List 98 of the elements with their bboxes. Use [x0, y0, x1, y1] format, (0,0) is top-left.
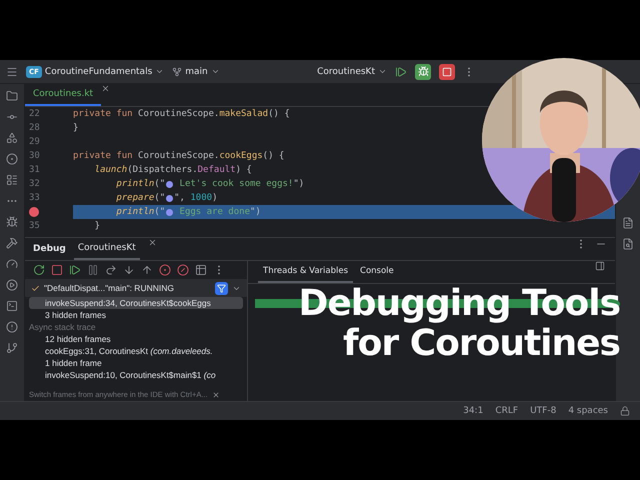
status-item[interactable]: 34:1 [463, 406, 484, 416]
branch-icon [172, 66, 182, 76]
close-icon[interactable] [212, 390, 220, 398]
editor-tab[interactable]: Coroutines.kt [25, 84, 102, 106]
line-number: 22 [29, 109, 40, 119]
line-number: 35 [29, 221, 40, 231]
document-search-icon[interactable] [622, 238, 634, 250]
stop-icon[interactable] [51, 264, 63, 276]
folder-icon[interactable] [6, 90, 18, 102]
code-token: makeSalad [219, 109, 268, 119]
resume-icon[interactable] [69, 264, 81, 276]
line-number: 31 [29, 165, 40, 175]
code-token: ") [293, 179, 304, 189]
stack-frame[interactable]: 12 hidden frames [29, 333, 243, 345]
layout-icon[interactable] [595, 261, 605, 271]
code-token: private fun [73, 151, 134, 161]
breakpoint-icon[interactable] [29, 207, 39, 217]
code-token: ) [212, 193, 218, 203]
filter-icon [217, 284, 226, 292]
debug-icon[interactable] [6, 216, 18, 228]
filter-button[interactable] [215, 282, 228, 294]
stack-frame[interactable]: invokeSuspend:10, CoroutinesKt$main$1 (co [29, 369, 243, 381]
code-token: Eggs are done [178, 207, 250, 217]
code-token: println [115, 179, 154, 189]
run-icon[interactable] [6, 279, 18, 291]
gauge-icon[interactable] [6, 258, 18, 270]
chevron-icon [155, 67, 164, 76]
project-name[interactable]: CoroutineFundamentals [44, 66, 152, 76]
code-token: (" [154, 179, 166, 189]
close-icon[interactable] [148, 238, 157, 247]
panel-title: Debug [33, 244, 66, 254]
mute-breakpoints-icon[interactable] [177, 264, 189, 276]
view-tab[interactable]: Threads & Variables [258, 261, 354, 283]
step-out-icon[interactable] [141, 264, 153, 276]
stack-frame[interactable]: cookEggs:31, CoroutinesKt (com.daveleeds. [29, 345, 243, 357]
line-number: 33 [29, 193, 40, 203]
line-number: 32 [29, 179, 40, 189]
code-token: CoroutineScope. [138, 151, 220, 161]
code-token: 1000 [190, 193, 212, 203]
code-token: private fun [73, 109, 134, 119]
code-token: () { [262, 151, 284, 161]
menu-icon[interactable] [6, 66, 18, 78]
view-tab[interactable]: Console [355, 261, 399, 283]
code-token: } [73, 123, 78, 133]
rerun-icon[interactable] [33, 264, 45, 276]
code-token: (" [154, 207, 166, 217]
status-item[interactable]: 4 spaces [568, 406, 608, 416]
resume-icon[interactable] [395, 66, 407, 78]
line-number: 28 [29, 123, 40, 133]
code-token: println [115, 207, 154, 217]
terminal-icon[interactable] [6, 300, 18, 312]
code-token: launch [94, 165, 128, 175]
structure-icon[interactable] [6, 174, 18, 186]
stack-frame[interactable]: invokeSuspend:34, CoroutinesKt$cookEggs [29, 297, 243, 309]
code-token: prepare [115, 193, 154, 203]
hammer-icon[interactable] [6, 237, 18, 249]
code-token: ") [250, 207, 261, 217]
line-number: 30 [29, 151, 40, 161]
thread-selector[interactable]: "DefaultDispat..."main": RUNNING [25, 279, 247, 297]
status-item[interactable]: UTF-8 [530, 406, 556, 416]
status-item[interactable]: CRLF [495, 406, 518, 416]
code-token: Default [198, 165, 236, 175]
shapes-icon[interactable] [6, 132, 18, 144]
check-icon [31, 284, 40, 292]
video-title: for Coroutines [343, 324, 620, 364]
code-token: () { [268, 109, 290, 119]
pause-icon[interactable] [87, 264, 99, 276]
run-configuration[interactable]: CoroutinesKt [317, 66, 375, 76]
stop-icon [442, 66, 452, 76]
git-icon[interactable] [6, 342, 18, 354]
lock-icon[interactable] [620, 406, 630, 416]
close-icon[interactable] [101, 84, 110, 93]
section-label: Async stack trace [29, 321, 97, 333]
code-token: (Dispatchers. [127, 165, 198, 175]
code-token: } [94, 221, 100, 231]
problems-icon[interactable] [6, 321, 18, 333]
table-icon[interactable] [195, 264, 207, 276]
step-over-icon[interactable] [105, 264, 117, 276]
bug-icon [418, 66, 428, 77]
debug-button[interactable] [415, 64, 431, 80]
code-token: ) { [236, 165, 252, 175]
stack-frame[interactable]: 1 hidden frame [29, 357, 243, 369]
code-token: cookEggs [219, 151, 263, 161]
chevron-icon [378, 67, 387, 76]
branch-name[interactable]: main [185, 66, 208, 76]
debug-tab[interactable]: CoroutinesKt [74, 238, 140, 260]
stop-button[interactable] [439, 64, 455, 80]
chevron-icon [210, 67, 220, 76]
code-token: (" [154, 193, 166, 203]
code-token: CoroutineScope. [138, 109, 220, 119]
code-token: Let's cook some eggs! [178, 179, 294, 189]
breakpoints-icon[interactable] [159, 264, 171, 276]
step-into-icon[interactable] [123, 264, 135, 276]
video-title: Debugging Tools [298, 284, 620, 324]
document-icon[interactable] [622, 217, 634, 229]
code-token: ", [174, 193, 186, 203]
stack-frame[interactable]: 3 hidden frames [29, 309, 243, 321]
line-number: 29 [29, 137, 40, 147]
